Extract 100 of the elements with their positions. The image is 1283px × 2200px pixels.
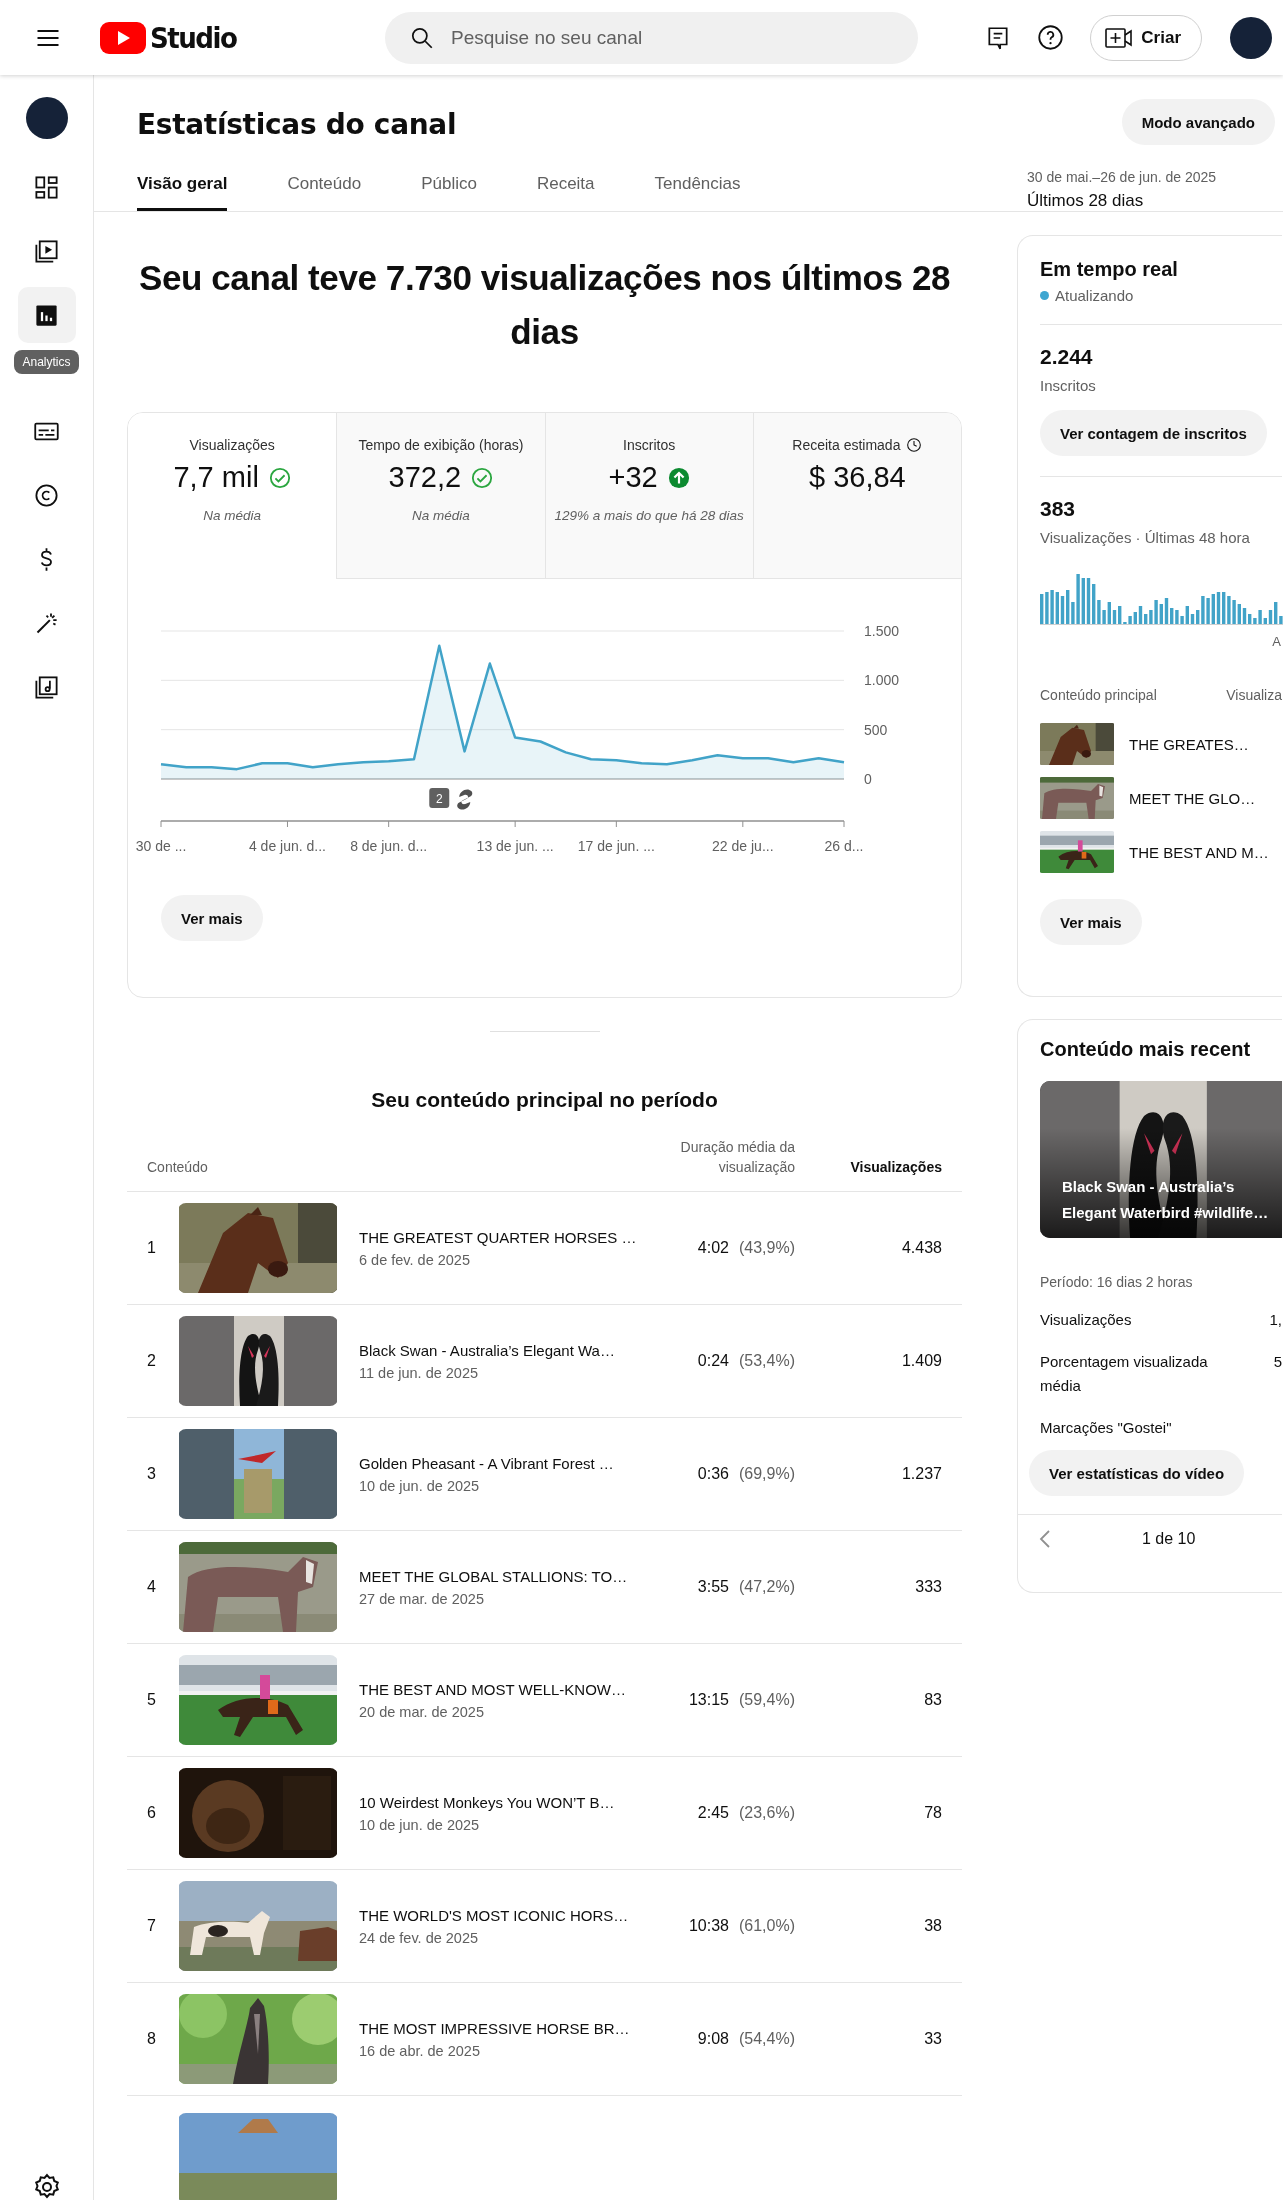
- chevron-left-icon: [1038, 1529, 1052, 1549]
- dashboard-icon: [33, 173, 60, 201]
- video-title-link[interactable]: THE GREATES…: [1129, 735, 1249, 753]
- column-header: Conteúdo: [147, 1158, 209, 1177]
- tab[interactable]: Tendências: [654, 174, 741, 211]
- rank-number: 3: [147, 1465, 157, 1483]
- metric-tab[interactable]: Tempo de exibição (horas) 372,2 Na média: [336, 413, 545, 579]
- x-tick-label: 17 de jun. ...: [577, 838, 655, 854]
- average-duration: 10:38: [688, 1917, 729, 1935]
- x-tick-label: 26 d...: [824, 838, 864, 854]
- create-button[interactable]: Criar: [1090, 14, 1202, 61]
- event-badge[interactable]: 2: [429, 788, 450, 808]
- date-period: Últimos 28 dias: [1027, 191, 1144, 211]
- search-field[interactable]: Pesquise no seu canal: [385, 11, 918, 64]
- metric-tab[interactable]: Receita estimada $ 36,84: [752, 413, 961, 579]
- metric-label: Tempo de exibição (horas): [358, 437, 524, 453]
- rank-number: 6: [147, 1804, 157, 1822]
- y-tick-label: 500: [864, 721, 888, 738]
- video-title-link[interactable]: 10 Weirdest Monkeys You WON’T B…: [359, 1793, 675, 1811]
- publish-date: 10 de jun. de 2025: [359, 1477, 481, 1494]
- metric-note: Na média: [412, 507, 470, 525]
- tab[interactable]: Visão geral: [137, 174, 228, 211]
- live-dot-icon: [1040, 291, 1049, 300]
- clock-icon: [906, 437, 923, 453]
- subscriber-count: 2.244: [1040, 345, 1094, 369]
- views-count: 38: [923, 1917, 942, 1935]
- views-count: 78: [923, 1804, 942, 1822]
- shorts-icon[interactable]: [457, 789, 473, 810]
- video-title-link[interactable]: Golden Pheasant - A Vibrant Forest …: [359, 1454, 675, 1472]
- y-tick-label: 1.000: [864, 672, 900, 689]
- see-more-button[interactable]: Ver mais: [1040, 899, 1142, 945]
- views-count: 383: [1040, 497, 1077, 521]
- avatar[interactable]: [1230, 16, 1272, 59]
- subscriber-label: Inscritos: [1040, 377, 1097, 394]
- help-icon[interactable]: [1037, 24, 1065, 51]
- average-duration: 9:08: [697, 2030, 729, 2048]
- publish-date: 6 de fev. de 2025: [359, 1251, 471, 1268]
- column-header: Duração média da visualização: [679, 1138, 795, 1177]
- duration-percent: (61,0%): [738, 1917, 795, 1935]
- stat-value: 1,: [1269, 1310, 1282, 1330]
- average-duration: 0:24: [697, 1352, 729, 1370]
- card-title: Em tempo real: [1040, 258, 1179, 281]
- column-header: Conteúdo principal: [1040, 687, 1157, 703]
- metric-value: +32: [608, 461, 658, 494]
- tab[interactable]: Conteúdo: [287, 174, 362, 211]
- video-title-link[interactable]: THE BEST AND M…: [1129, 843, 1269, 861]
- stat-label: Visualizações: [1040, 1310, 1132, 1330]
- duration-percent: (59,4%): [738, 1691, 795, 1709]
- section-title: Seu conteúdo principal no período: [370, 1088, 719, 1112]
- video-title-link[interactable]: THE MOST IMPRESSIVE HORSE BR…: [359, 2019, 675, 2037]
- video-title-link[interactable]: THE GREATEST QUARTER HORSES …: [359, 1228, 675, 1246]
- video-stats-button[interactable]: Ver estatísticas do vídeo: [1029, 1450, 1245, 1496]
- video-title-link[interactable]: MEET THE GLO…: [1129, 789, 1256, 807]
- metric-value: 7,7 mil: [173, 461, 259, 494]
- x-tick-label: 30 de ...: [135, 838, 187, 854]
- video-title-link[interactable]: THE WORLD'S MOST ICONIC HORS…: [359, 1906, 675, 1924]
- metric-label: Inscritos: [623, 437, 676, 453]
- publish-date: 11 de jun. de 2025: [359, 1364, 480, 1381]
- sidebar-item[interactable]: [17, 287, 76, 343]
- tab[interactable]: Público: [421, 174, 477, 211]
- average-duration: 13:15: [688, 1691, 729, 1709]
- video-title-link[interactable]: THE BEST AND MOST WELL-KNOW…: [359, 1680, 675, 1698]
- metric-label: Visualizações: [189, 437, 275, 453]
- publish-date: 16 de abr. de 2025: [359, 2042, 481, 2059]
- channel-avatar[interactable]: [25, 97, 68, 139]
- views-count: 1.409: [900, 1352, 942, 1370]
- previous-button[interactable]: [1038, 1529, 1052, 1549]
- views-count: 33: [923, 2030, 942, 2048]
- studio-logo-text: Studio: [150, 20, 237, 55]
- stat-value: 5: [1273, 1352, 1282, 1372]
- period-text: Período: 16 dias 2 horas: [1040, 1274, 1194, 1290]
- video-title-link[interactable]: MEET THE GLOBAL STALLIONS: TO…: [359, 1567, 675, 1585]
- views-count: 83: [923, 1691, 942, 1709]
- video-title-link[interactable]: Black Swan - Australia’s Elegant Wa…: [359, 1341, 675, 1359]
- duration-percent: (69,9%): [738, 1465, 795, 1483]
- rank-number: 7: [147, 1917, 157, 1935]
- publish-date: 20 de mar. de 2025: [359, 1703, 485, 1720]
- publish-date: 10 de jun. de 2025: [359, 1816, 481, 1833]
- video-thumbnail[interactable]: Black Swan - Australia’s Elegant Waterbird #wildlife…: [1040, 1081, 1282, 1238]
- average-duration: 0:36: [697, 1465, 729, 1483]
- arrow-up-circle-icon: [667, 466, 690, 489]
- metric-tab[interactable]: Inscritos +32 129% a mais do que há 28 dias: [544, 413, 753, 579]
- rank-number: 2: [147, 1352, 157, 1370]
- see-more-button[interactable]: Ver mais: [161, 895, 263, 941]
- views-count: 333: [914, 1578, 942, 1596]
- advanced-mode-button[interactable]: Modo avançado: [1121, 99, 1275, 145]
- tab[interactable]: Receita: [536, 174, 595, 211]
- copyright-icon: [33, 481, 60, 509]
- average-duration: 3:55: [697, 1578, 729, 1596]
- x-tick-label: 8 de jun. d...: [350, 838, 428, 854]
- stat-label: Marcações "Gostei": [1040, 1418, 1172, 1438]
- duration-percent: (54,4%): [738, 2030, 795, 2048]
- column-header[interactable]: Visualizações: [795, 1157, 942, 1177]
- check-circle-icon: [268, 466, 291, 489]
- duration-percent: (43,9%): [738, 1239, 795, 1257]
- audio-icon: [33, 673, 60, 701]
- metric-value: $ 36,84: [809, 461, 906, 494]
- subscriber-count-button[interactable]: Ver contagem de inscritos: [1040, 410, 1267, 456]
- status-text: Atualizando: [1055, 287, 1134, 304]
- stat-label: Porcentagem visualizada média: [1040, 1352, 1209, 1396]
